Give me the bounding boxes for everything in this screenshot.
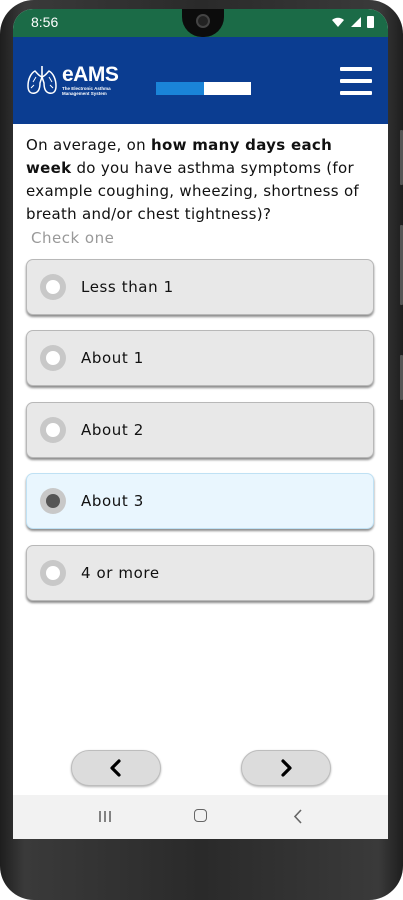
logo-subtitle-2: Management System xyxy=(62,91,107,96)
logo-title: eAMS xyxy=(62,63,119,86)
front-camera xyxy=(182,9,224,37)
system-navigation-bar xyxy=(13,795,388,839)
option-label: About 2 xyxy=(81,421,144,439)
option-label: Less than 1 xyxy=(81,278,174,296)
phone-frame: 8:56 eAMS The Electronic Asthma Manageme… xyxy=(0,0,403,900)
radio-button[interactable] xyxy=(40,274,66,300)
option-about-3[interactable]: About 3 xyxy=(26,473,374,529)
radio-button[interactable] xyxy=(40,345,66,371)
radio-button[interactable] xyxy=(40,488,66,514)
question-suffix: do you have asthma symptoms (for example… xyxy=(26,159,359,223)
eams-logo: eAMS The Electronic Asthma Management Sy… xyxy=(25,63,119,97)
back-icon[interactable] xyxy=(293,809,303,824)
progress-fill xyxy=(156,82,204,95)
radio-button[interactable] xyxy=(40,417,66,443)
radio-button[interactable] xyxy=(40,560,66,586)
progress-bar xyxy=(156,82,251,95)
instruction-label: Check one xyxy=(31,229,115,247)
battery-icon xyxy=(367,16,374,28)
next-button[interactable] xyxy=(241,750,331,786)
app-screen: 8:56 eAMS The Electronic Asthma Manageme… xyxy=(13,9,388,839)
signal-icon xyxy=(351,17,361,27)
app-header: eAMS The Electronic Asthma Management Sy… xyxy=(13,37,388,124)
lungs-icon xyxy=(27,66,57,94)
menu-icon[interactable] xyxy=(340,67,372,95)
back-button[interactable] xyxy=(71,750,161,786)
question-prefix: On average, on xyxy=(26,136,151,154)
status-time: 8:56 xyxy=(31,14,59,30)
home-icon[interactable] xyxy=(194,809,207,822)
option-about-1[interactable]: About 1 xyxy=(26,330,374,386)
option-label: 4 or more xyxy=(81,564,160,582)
option-less-than-1[interactable]: Less than 1 xyxy=(26,259,374,315)
question-text: On average, on how many days each week d… xyxy=(26,134,376,226)
option-4-or-more[interactable]: 4 or more xyxy=(26,545,374,601)
status-bar: 8:56 xyxy=(13,9,388,37)
option-about-2[interactable]: About 2 xyxy=(26,402,374,458)
wifi-icon xyxy=(332,17,344,27)
chevron-right-icon xyxy=(281,759,292,777)
chevron-left-icon xyxy=(110,759,121,777)
recent-apps-icon[interactable] xyxy=(98,810,112,823)
option-label: About 3 xyxy=(81,492,144,510)
option-label: About 1 xyxy=(81,349,144,367)
